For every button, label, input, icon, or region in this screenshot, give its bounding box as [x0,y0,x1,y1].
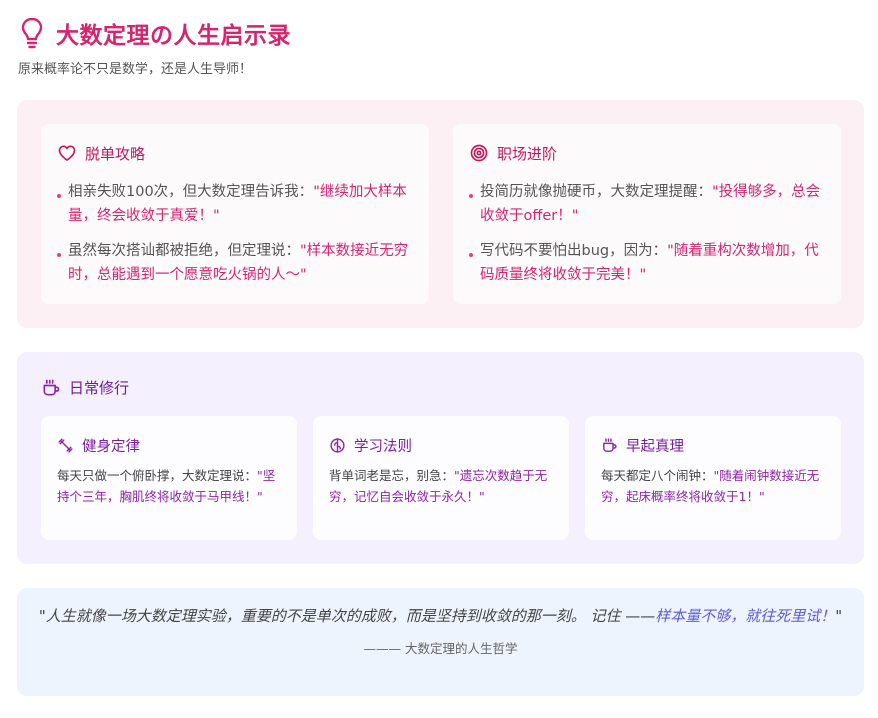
coffee-icon [43,379,60,395]
dating-card-title: 脱单攻略 [85,144,146,163]
study-card-text: 背单词老是忘，别急："遗忘次数趋于无穷，记忆自会收敛于永久！" [329,466,553,507]
item-text: 相亲失败100次，但大数定理告诉我： [68,184,314,200]
career-card: 职场进阶 投简历就像抛硬币，大数定理提醒："投得够多，总会收敛于offer！" … [453,124,841,304]
study-card-header: 学习法则 [329,434,553,456]
dumbbell-icon [58,437,73,453]
fitness-card: 健身定律 每天只做一个俯卧撑，大数定理说："坚持个三年，胸肌终将收敛于马甲线！" [41,416,297,540]
dating-card: 脱单攻略 相亲失败100次，但大数定理告诉我："继续加大样本量，终会收敛于真爱！… [41,124,429,304]
career-list: 投简历就像抛硬币，大数定理提醒："投得够多，总会收敛于offer！" 写代码不要… [469,181,825,287]
early-rise-card-text: 每天都定八个闹钟："随着闹钟数接近无穷，起床概率终将收敛于1！" [601,466,825,507]
motto-signature: ——— 大数定理的人生哲学 [363,641,518,656]
list-item: 投简历就像抛硬币，大数定理提醒："投得够多，总会收敛于offer！" [469,181,825,228]
motto-panel: "人生就像一场大数定理实验，重要的不是单次的成败，而是坚持到收敛的那一刻。 记住… [17,588,864,696]
title-row: 大数定理の人生启示录 [18,16,858,50]
fitness-card-title: 健身定律 [82,438,140,455]
list-item: 写代码不要怕出bug，因为："随着重构次数增加，代码质量终将收敛于完美！" [469,240,825,287]
early-rise-card: 早起真理 每天都定八个闹钟："随着闹钟数接近无穷，起床概率终将收敛于1！" [585,416,841,540]
item-text: 写代码不要怕出bug，因为： [480,243,668,259]
career-card-header: 职场进阶 [469,142,825,164]
study-card-title: 学习法则 [354,438,412,455]
header: 大数定理の人生启示录 原来概率论不只是数学，还是人生导师！ [18,16,858,77]
page-subtitle: 原来概率论不只是数学，还是人生导师！ [18,62,253,77]
motto-text: "人生就像一场大数定理实验，重要的不是单次的成败，而是坚持到收敛的那一刻。 记住… [38,607,656,625]
item-text: 虽然每次搭讪都被拒绝，但定理说： [68,243,300,259]
page-title: 大数定理の人生启示录 [56,23,291,49]
dating-list: 相亲失败100次，但大数定理告诉我："继续加大样本量，终会收敛于真爱！" 虽然每… [57,181,413,287]
card-text: 每天都定八个闹钟： [601,468,714,483]
career-card-title: 职场进阶 [497,144,558,163]
fitness-card-text: 每天只做一个俯卧撑，大数定理说："坚持个三年，胸肌终将收敛于马甲线！" [57,466,281,507]
motto-highlight: 样本量不够，就往死里试！ [655,607,836,625]
brain-icon [330,437,345,453]
heart-icon [58,145,76,161]
list-item: 相亲失败100次，但大数定理告诉我："继续加大样本量，终会收敛于真爱！" [57,181,413,228]
card-text: 背单词老是忘，别急： [329,468,455,483]
target-icon [470,144,488,162]
card-text: 每天只做一个俯卧撑，大数定理说： [57,468,258,483]
dating-card-header: 脱单攻略 [57,142,413,164]
study-card: 学习法则 背单词老是忘，别急："遗忘次数趋于无穷，记忆自会收敛于永久！" [313,416,569,540]
coffee-icon [603,437,617,452]
list-item: 虽然每次搭讪都被拒绝，但定理说："样本数接近无穷时，总能遇到一个愿意吃火锅的人～… [57,240,413,287]
lightbulb-icon [21,17,43,49]
life-tips-panel: 脱单攻略 相亲失败100次，但大数定理告诉我："继续加大样本量，终会收敛于真爱！… [17,100,864,328]
motto-quote: "人生就像一场大数定理实验，重要的不是单次的成败，而是坚持到收敛的那一刻。 记住… [35,604,846,628]
fitness-card-header: 健身定律 [57,434,281,456]
early-rise-card-title: 早起真理 [626,438,684,455]
daily-section-header: 日常修行 [41,377,129,398]
daily-practice-panel: 日常修行 健身定律 每天只做一个俯卧撑，大数定理说："坚持个三年，胸肌终将收敛于… [17,352,864,564]
motto-end: " [835,607,843,625]
daily-section-title: 日常修行 [69,379,130,397]
item-text: 投简历就像抛硬币，大数定理提醒： [480,184,712,200]
early-rise-card-header: 早起真理 [601,434,825,456]
